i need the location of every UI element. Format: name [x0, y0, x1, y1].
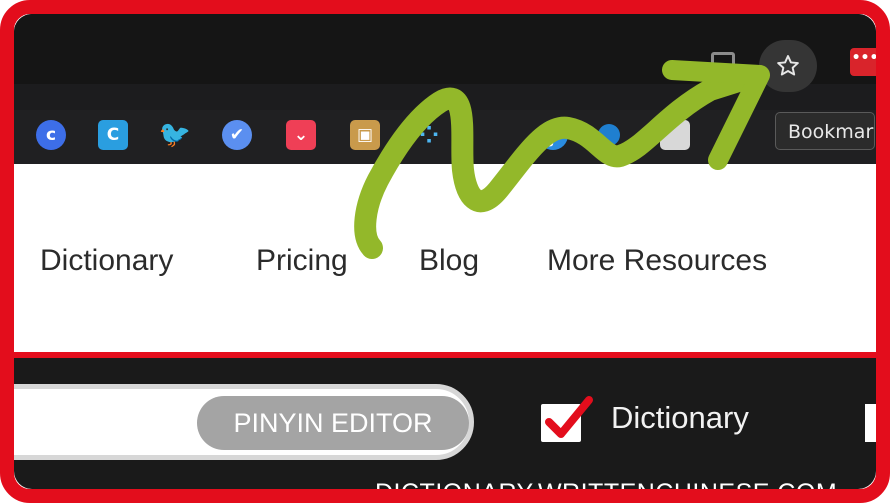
checkmark-icon [545, 396, 593, 438]
dictionary-checkbox-label: Dictionary [611, 400, 749, 435]
bookmark-c-square-icon[interactable]: C [98, 120, 128, 150]
bookmark-box-icon[interactable]: ▣ [350, 120, 380, 150]
second-checkbox[interactable] [865, 404, 876, 442]
nav-more-resources-link[interactable]: More Resources [547, 244, 767, 278]
cast-icon[interactable] [711, 52, 735, 70]
bookmark-dots-icon[interactable]: ⁘ [414, 120, 444, 150]
screenshot-frame: ••• c C 🐦 ✔ ⌄ ▣ ⁘ ꝭ Dictionary Pricing B… [0, 0, 890, 503]
extension-icon[interactable]: ••• [850, 48, 876, 76]
bookmark-doc-icon[interactable] [660, 120, 690, 150]
dictionary-checkbox[interactable] [541, 396, 593, 442]
star-icon [777, 55, 799, 76]
bookmark-tooltip: Bookmark [775, 112, 875, 150]
site-navigation: Dictionary Pricing Blog More Resources [14, 164, 876, 352]
search-area: PINYIN EDITOR Dictionary DICTIONARY.WRIT… [14, 358, 876, 489]
address-bar-area [14, 14, 876, 84]
bookmarks-bar: c C 🐦 ✔ ⌄ ▣ ⁘ ꝭ [14, 110, 876, 164]
bookmark-pocket-icon[interactable]: ⌄ [286, 120, 316, 150]
pinyin-editor-button[interactable]: PINYIN EDITOR [197, 396, 469, 450]
bookmark-blue-dot-icon[interactable] [598, 124, 620, 146]
nav-dictionary-link[interactable]: Dictionary [40, 244, 173, 278]
bookmark-twitter-bird-icon[interactable]: 🐦 [159, 120, 191, 150]
site-url-caption: DICTIONARY.WRITTENCHINESE.COM [375, 479, 837, 489]
browser-toolbar: ••• [14, 14, 876, 110]
bookmark-c-circle-icon[interactable]: c [36, 120, 66, 150]
bookmark-check-circle-icon[interactable]: ✔ [222, 120, 252, 150]
bookmark-s-circle-icon[interactable]: ꝭ [538, 120, 568, 150]
nav-blog-link[interactable]: Blog [419, 244, 479, 278]
bookmark-star-button[interactable] [759, 40, 817, 92]
nav-pricing-link[interactable]: Pricing [256, 244, 348, 278]
